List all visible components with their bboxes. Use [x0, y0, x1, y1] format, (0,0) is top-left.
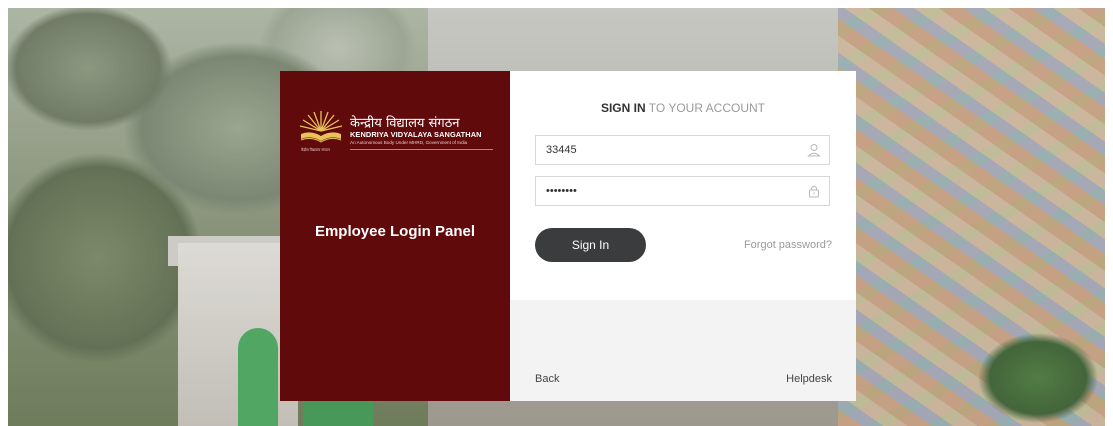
forgot-password-link[interactable]: Forgot password?	[744, 239, 832, 251]
logo-subtitle: An Autonomous Body Under MHRD, Governmen…	[350, 140, 468, 145]
brand-panel: केन्द्रीय विद्यालय संगठन KENDRIYA VIDYAL…	[280, 71, 510, 401]
panel-title: Employee Login Panel	[314, 223, 476, 240]
login-form-area: SIGN IN TO YOUR ACCOUNT Sign In Forgot p…	[510, 71, 856, 300]
helpdesk-link[interactable]: Helpdesk	[786, 373, 832, 385]
user-icon	[807, 144, 821, 157]
signin-heading-bold: SIGN IN	[600, 101, 646, 115]
username-field[interactable]	[535, 135, 830, 165]
back-link[interactable]: Back	[535, 373, 559, 385]
logo-hindi-text: केन्द्रीय विद्यालय संगठन	[350, 116, 460, 131]
signin-heading: SIGN IN TO YOUR ACCOUNT	[510, 101, 856, 115]
logo-caption: केंद्रीय विद्यालय संगठन	[301, 148, 330, 152]
login-card: SIGN IN TO YOUR ACCOUNT Sign In Forgot p…	[510, 71, 856, 401]
password-input[interactable]	[536, 177, 796, 205]
signin-button[interactable]: Sign In	[535, 228, 646, 262]
lock-icon	[809, 185, 819, 198]
username-input[interactable]	[536, 136, 796, 164]
kvs-logo: केन्द्रीय विद्यालय संगठन KENDRIYA VIDYAL…	[298, 109, 494, 157]
logo-divider	[350, 149, 493, 150]
signin-heading-light: TO YOUR ACCOUNT	[648, 101, 766, 115]
password-field[interactable]	[535, 176, 830, 206]
logo-english-text: KENDRIYA VIDYALAYA SANGATHAN	[350, 130, 482, 139]
